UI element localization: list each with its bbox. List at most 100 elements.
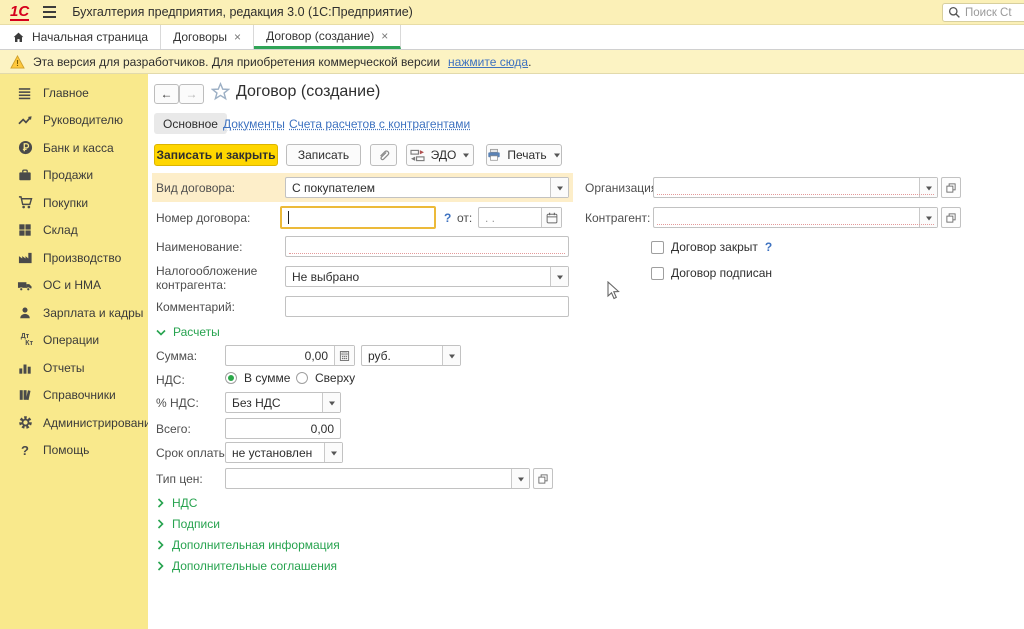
back-button[interactable]: ← bbox=[154, 84, 179, 104]
text-caret bbox=[288, 211, 289, 224]
contract-form: ← → Договор (создание) Основное Документ… bbox=[148, 74, 1024, 629]
required-marker bbox=[289, 253, 565, 254]
forward-button[interactable]: → bbox=[179, 84, 204, 104]
vat-on-top-radio[interactable]: Сверху bbox=[296, 371, 355, 385]
tab-label: Договоры bbox=[173, 30, 227, 44]
vat-in-sum-radio[interactable]: В сумме bbox=[225, 371, 290, 385]
sidebar-item-main[interactable]: Главное bbox=[0, 79, 148, 107]
tab-home[interactable]: Начальная страница bbox=[0, 25, 161, 49]
mouse-cursor bbox=[607, 281, 621, 306]
chevron-down-icon[interactable] bbox=[550, 267, 568, 286]
tab-contracts[interactable]: Договоры × bbox=[161, 25, 254, 49]
chevron-down-icon bbox=[553, 151, 561, 159]
comment-input[interactable] bbox=[285, 296, 569, 317]
due-select[interactable]: не установлен bbox=[225, 442, 343, 463]
app-title: Бухгалтерия предприятия, редакция 3.0 (1… bbox=[72, 5, 413, 19]
save-and-close-button[interactable]: Записать и закрыть bbox=[154, 144, 278, 166]
organization-input[interactable] bbox=[653, 177, 938, 198]
app-window: 1С Бухгалтерия предприятия, редакция 3.0… bbox=[0, 0, 1024, 629]
calculator-icon[interactable] bbox=[334, 346, 354, 365]
truck-icon bbox=[17, 277, 33, 293]
paperclip-icon bbox=[377, 148, 391, 162]
contract-number-input[interactable] bbox=[280, 206, 436, 229]
chevron-right-icon bbox=[156, 540, 165, 550]
search-icon bbox=[948, 6, 961, 19]
sum-input[interactable]: 0,00 bbox=[225, 345, 355, 366]
edo-button[interactable]: ЭДО bbox=[406, 144, 474, 166]
dt-kt-icon: ДтКт bbox=[17, 332, 33, 348]
total-label: Всего: bbox=[156, 422, 191, 436]
main-menu-icon[interactable] bbox=[43, 6, 56, 18]
printer-icon bbox=[487, 148, 501, 162]
home-icon bbox=[12, 31, 25, 44]
warning-suffix: . bbox=[528, 55, 531, 69]
sidebar-item-manager[interactable]: Руководителю bbox=[0, 107, 148, 135]
sidebar-item-administration[interactable]: Администрирование bbox=[0, 409, 148, 437]
tab-contract-create[interactable]: Договор (создание) × bbox=[254, 25, 401, 49]
calc-section-toggle[interactable]: Расчеты bbox=[156, 325, 220, 339]
sidebar-item-operations[interactable]: ДтКт Операции bbox=[0, 327, 148, 355]
chevron-down-icon[interactable] bbox=[324, 443, 342, 462]
due-label: Срок оплаты: bbox=[156, 446, 231, 460]
close-icon[interactable]: × bbox=[381, 29, 388, 43]
grid-icon bbox=[17, 222, 33, 238]
sidebar-item-bank-cash[interactable]: Банк и касса bbox=[0, 134, 148, 162]
sidebar-item-label: Банк и касса bbox=[43, 141, 114, 155]
nav-tab-documents[interactable]: Документы bbox=[223, 117, 285, 131]
top-bar: 1С Бухгалтерия предприятия, редакция 3.0… bbox=[0, 0, 1024, 25]
print-button[interactable]: Печать bbox=[486, 144, 562, 166]
person-icon bbox=[17, 305, 33, 321]
close-icon[interactable]: × bbox=[234, 30, 241, 44]
contract-closed-checkbox[interactable]: Договор закрыт ? bbox=[651, 240, 772, 254]
contract-kind-select[interactable]: С покупателем bbox=[285, 177, 569, 198]
sidebar-item-salary-hr[interactable]: Зарплата и кадры bbox=[0, 299, 148, 327]
section-additional-info-toggle[interactable]: Дополнительная информация bbox=[156, 538, 340, 552]
name-input[interactable] bbox=[285, 236, 569, 257]
section-vat-toggle[interactable]: НДС bbox=[156, 496, 197, 510]
number-help-icon[interactable]: ? bbox=[444, 211, 451, 225]
sidebar-item-purchases[interactable]: Покупки bbox=[0, 189, 148, 217]
organization-label: Организация: bbox=[585, 181, 661, 195]
sidebar-item-warehouse[interactable]: Склад bbox=[0, 217, 148, 245]
currency-select[interactable]: руб. bbox=[361, 345, 461, 366]
gear-icon bbox=[17, 415, 33, 431]
chevron-down-icon[interactable] bbox=[442, 346, 460, 365]
date-from-label: от: bbox=[457, 211, 472, 225]
sidebar-item-label: Покупки bbox=[43, 196, 88, 210]
price-type-input[interactable] bbox=[225, 468, 530, 489]
chevron-down-icon[interactable] bbox=[322, 393, 340, 412]
section-signatures-toggle[interactable]: Подписи bbox=[156, 517, 220, 531]
favorite-star-icon[interactable] bbox=[211, 82, 230, 101]
tax-select[interactable]: Не выбрано bbox=[285, 266, 569, 287]
global-search-input[interactable]: Поиск Ct bbox=[942, 3, 1024, 22]
contract-date-input[interactable]: . . bbox=[478, 207, 562, 228]
sidebar-item-label: Помощь bbox=[43, 443, 89, 457]
total-input[interactable]: 0,00 bbox=[225, 418, 341, 439]
organization-open-button[interactable] bbox=[941, 177, 961, 198]
attachment-button[interactable] bbox=[370, 144, 397, 166]
vat-pct-select[interactable]: Без НДС bbox=[225, 392, 341, 413]
sidebar-item-os-nma[interactable]: ОС и НМА bbox=[0, 272, 148, 300]
nav-tab-main[interactable]: Основное bbox=[154, 113, 227, 134]
sidebar-item-reports[interactable]: Отчеты bbox=[0, 354, 148, 382]
calendar-icon[interactable] bbox=[541, 208, 561, 227]
closed-help-icon[interactable]: ? bbox=[765, 240, 772, 254]
sidebar-item-help[interactable]: ? Помощь bbox=[0, 437, 148, 465]
sidebar-item-production[interactable]: Производство bbox=[0, 244, 148, 272]
nav-tab-accounts[interactable]: Счета расчетов с контрагентами bbox=[289, 117, 470, 131]
search-placeholder: Поиск Ct bbox=[965, 7, 1012, 19]
contract-signed-checkbox[interactable]: Договор подписан bbox=[651, 266, 772, 280]
section-additional-agreements-toggle[interactable]: Дополнительные соглашения bbox=[156, 559, 337, 573]
sidebar-item-sales[interactable]: Продажи bbox=[0, 162, 148, 190]
factory-icon bbox=[17, 250, 33, 266]
commercial-version-link[interactable]: нажмите сюда bbox=[448, 55, 528, 69]
chevron-down-icon[interactable] bbox=[550, 178, 568, 197]
price-type-open-button[interactable] bbox=[533, 468, 553, 489]
save-button[interactable]: Записать bbox=[286, 144, 361, 166]
contractor-open-button[interactable] bbox=[941, 207, 961, 228]
chevron-down-icon bbox=[462, 151, 470, 159]
sidebar-item-directories[interactable]: Справочники bbox=[0, 382, 148, 410]
chevron-down-icon[interactable] bbox=[511, 469, 529, 488]
sidebar-item-label: Справочники bbox=[43, 388, 116, 402]
contractor-input[interactable] bbox=[653, 207, 938, 228]
